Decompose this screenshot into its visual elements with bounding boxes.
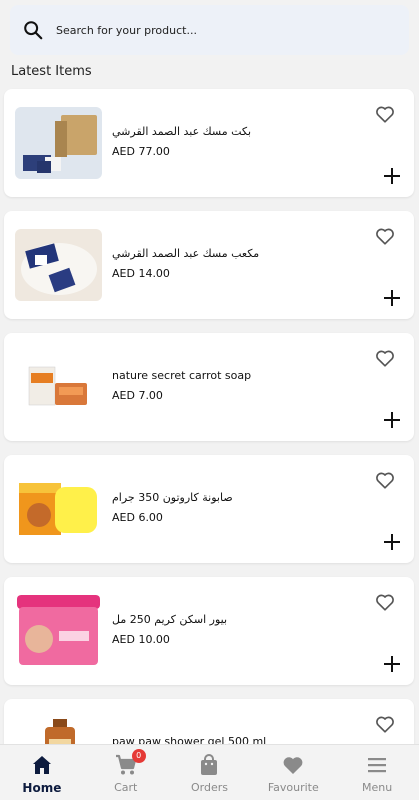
nav-orders-label: Orders [190, 781, 228, 794]
section-title: Latest Items [11, 64, 92, 79]
cart-count-badge: 0 [131, 749, 146, 763]
product-name: بيور اسكن كريم 250 مل [112, 613, 228, 626]
product-card[interactable]: بيور اسكن كريم 250 مل AED 10.00 [4, 577, 414, 685]
heart-icon[interactable] [374, 103, 396, 125]
nav-menu-label: Menu [361, 781, 393, 794]
product-image[interactable] [15, 595, 102, 667]
nav-home-label: Home [22, 781, 62, 795]
product-image[interactable] [15, 351, 102, 423]
product-price: AED 7.00 [112, 389, 163, 402]
bottom-navigation: Home 0 Cart Orders Favourite Menu [0, 744, 419, 800]
nav-favourite-label: Favourite [267, 781, 319, 794]
product-list[interactable]: بكت مسك عبد الصمد القرشي AED 77.00 مكعب … [4, 89, 414, 800]
menu-icon [368, 758, 387, 773]
product-card[interactable]: مكعب مسك عبد الصمد القرشي AED 14.00 [4, 211, 414, 319]
product-price: AED 10.00 [112, 633, 170, 646]
product-name: بكت مسك عبد الصمد القرشي [112, 125, 252, 138]
home-icon [32, 756, 51, 774]
product-image[interactable] [15, 107, 102, 179]
nav-favourite[interactable]: Favourite [251, 745, 335, 800]
nav-cart-label: Cart [114, 781, 138, 794]
nav-orders[interactable]: Orders [168, 745, 252, 800]
plus-icon[interactable] [383, 411, 401, 429]
nav-cart[interactable]: 0 Cart [84, 745, 168, 800]
heart-icon[interactable] [374, 591, 396, 613]
product-card[interactable]: صابونة كاروتون 350 جرام AED 6.00 [4, 455, 414, 563]
heart-icon[interactable] [374, 469, 396, 491]
search-bar[interactable] [10, 5, 409, 55]
nav-menu[interactable]: Menu [335, 745, 419, 800]
product-card[interactable]: بكت مسك عبد الصمد القرشي AED 77.00 [4, 89, 414, 197]
shopping-bag-icon [201, 754, 218, 775]
product-image[interactable] [15, 473, 102, 545]
heart-icon[interactable] [374, 347, 396, 369]
product-name: nature secret carrot soap [112, 369, 252, 382]
search-icon [24, 21, 43, 40]
product-price: AED 14.00 [112, 267, 170, 280]
product-image[interactable] [15, 229, 102, 301]
plus-icon[interactable] [383, 533, 401, 551]
product-name: صابونة كاروتون 350 جرام [112, 491, 233, 504]
product-card[interactable]: nature secret carrot soap AED 7.00 [4, 333, 414, 441]
nav-home[interactable]: Home [0, 745, 84, 800]
product-price: AED 77.00 [112, 145, 170, 158]
heart-icon[interactable] [374, 713, 396, 735]
plus-icon[interactable] [383, 289, 401, 307]
plus-icon[interactable] [383, 167, 401, 185]
search-input[interactable] [56, 23, 376, 37]
plus-icon[interactable] [383, 655, 401, 673]
heart-icon [283, 757, 303, 774]
heart-icon[interactable] [374, 225, 396, 247]
product-name: مكعب مسك عبد الصمد القرشي [112, 247, 260, 260]
product-price: AED 6.00 [112, 511, 163, 524]
